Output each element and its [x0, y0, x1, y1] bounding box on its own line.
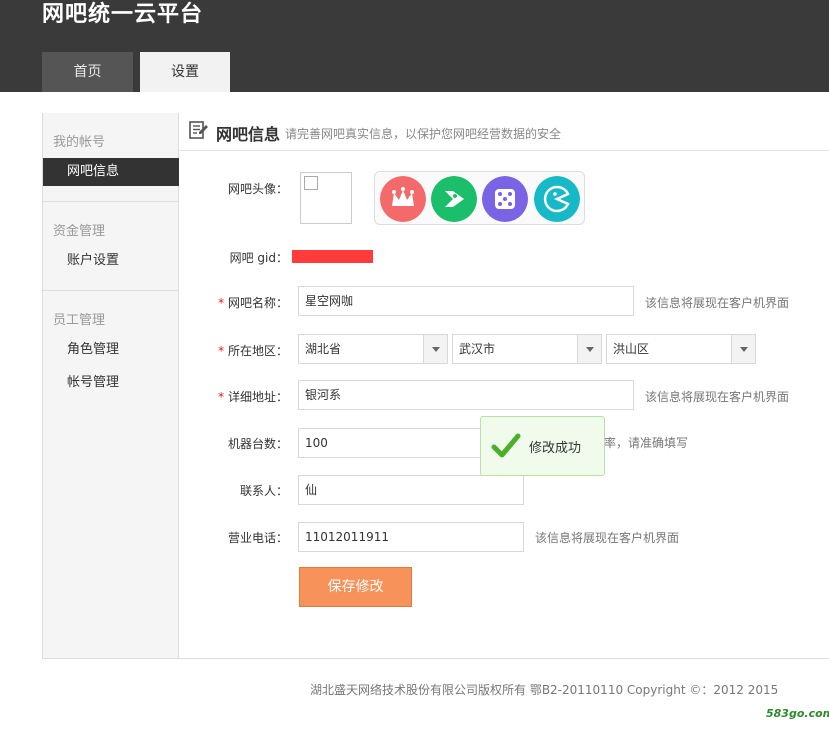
gid-label: 网吧 gid：: [229, 251, 288, 265]
name-label: * 网吧名称：: [198, 294, 288, 311]
sidebar: 我的帐号 网吧信息 资金管理 账户设置 员工管理 角色管理 帐号管理: [42, 113, 179, 659]
site-watermark: 583go.com: [766, 707, 829, 720]
success-toast: 修改成功: [480, 416, 605, 476]
city-value: 武汉市: [459, 342, 496, 356]
region-label-text: 所在地区：: [227, 344, 288, 358]
region-label: * 所在地区：: [198, 342, 288, 359]
address-hint: 该信息将展现在客户机界面: [645, 390, 790, 404]
sidebar-group-funds: 资金管理: [53, 224, 106, 239]
chevron-down-icon: [423, 335, 447, 363]
gid-value-redacted: [292, 250, 373, 263]
avatar-preview[interactable]: [300, 172, 352, 224]
edit-document-icon: [189, 121, 208, 139]
district-select[interactable]: 洪山区: [606, 334, 756, 364]
phone-hint: 该信息将展现在客户机界面: [535, 531, 680, 545]
sidebar-divider: [43, 201, 179, 202]
city-select[interactable]: 武汉市: [452, 334, 602, 364]
chevron-down-icon: [577, 335, 601, 363]
address-input[interactable]: 银河系: [298, 380, 634, 410]
app-title: 网吧统一云平台: [42, 2, 204, 27]
sidebar-item-account-management[interactable]: 帐号管理: [43, 369, 179, 397]
machines-hint: 率，请准确填写: [604, 436, 689, 450]
page-subtitle: 请完善网吧真实信息，以保护您网吧经营数据的安全: [285, 127, 562, 141]
district-value: 洪山区: [613, 342, 650, 356]
tab-settings[interactable]: 设置: [140, 52, 230, 92]
crown-icon[interactable]: [380, 176, 426, 222]
dice-icon[interactable]: [482, 176, 528, 222]
avatar-picker: [374, 171, 585, 225]
sidebar-item-netbar-info[interactable]: 网吧信息: [43, 158, 179, 186]
required-mark: *: [218, 344, 225, 358]
name-hint: 该信息将展现在客户机界面: [645, 296, 790, 310]
chevron-down-icon: [731, 335, 755, 363]
toast-message: 修改成功: [529, 441, 582, 456]
sidebar-divider: [43, 290, 179, 291]
pacman-icon[interactable]: [534, 176, 580, 222]
phone-input[interactable]: 11012011911: [298, 522, 524, 552]
province-select[interactable]: 湖北省: [298, 334, 448, 364]
content-bottom-border: [179, 658, 829, 659]
required-mark: *: [218, 296, 225, 310]
save-button[interactable]: 保存修改: [299, 567, 412, 607]
sidebar-group-account: 我的帐号: [53, 135, 106, 150]
avatar-label: 网吧头像：: [227, 182, 288, 196]
machines-label: 机器台数：: [227, 437, 288, 451]
header-divider: [179, 150, 829, 151]
sidebar-group-staff: 员工管理: [53, 313, 106, 328]
required-mark: *: [218, 390, 225, 404]
top-bar: 网吧统一云平台 首页 设置: [0, 0, 829, 92]
contact-input[interactable]: 仙: [298, 475, 524, 505]
province-value: 湖北省: [305, 342, 342, 356]
contact-label: 联系人：: [239, 484, 288, 498]
sidebar-item-account-settings[interactable]: 账户设置: [43, 247, 179, 275]
address-label: * 详细地址：: [198, 388, 288, 405]
page-title: 网吧信息: [216, 125, 281, 144]
name-label-text: 网吧名称：: [227, 296, 288, 310]
broken-image-icon: [304, 176, 318, 190]
footer-copyright: 湖北盛天网络技术股份有限公司版权所有 鄂B2-20110110 Copyrigh…: [310, 683, 779, 697]
netbar-name-input[interactable]: 星空网咖: [298, 286, 634, 316]
tab-home[interactable]: 首页: [42, 52, 133, 92]
sidebar-item-role-management[interactable]: 角色管理: [43, 336, 179, 364]
phone-label: 营业电话：: [227, 531, 288, 545]
play-icon[interactable]: [431, 176, 477, 222]
check-icon: [491, 433, 521, 458]
address-label-text: 详细地址：: [227, 390, 288, 404]
